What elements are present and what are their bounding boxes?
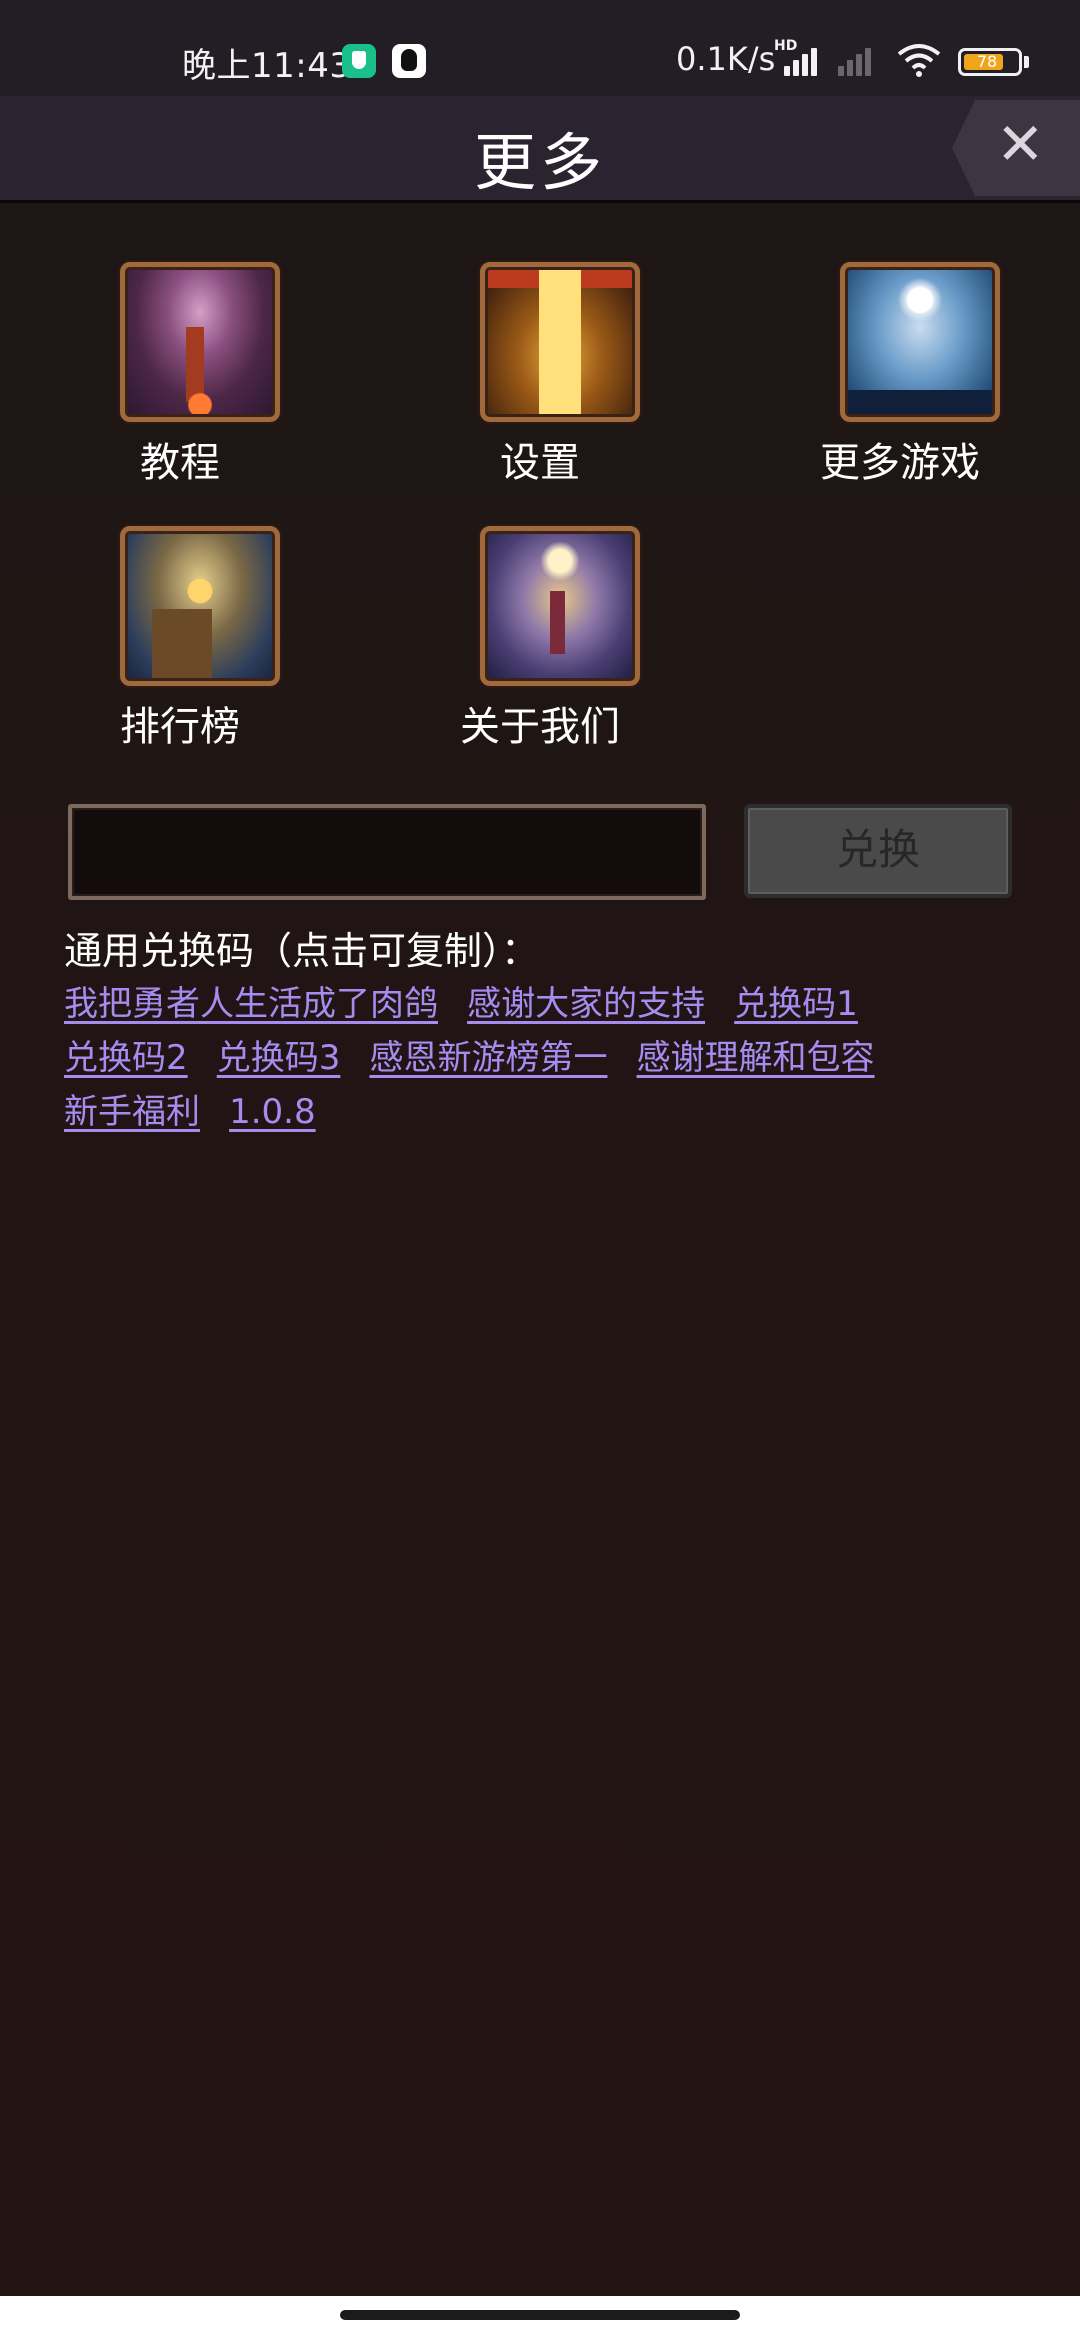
code-link[interactable]: 感谢大家的支持 [467, 976, 705, 1025]
qq-icon [392, 44, 426, 78]
menu-item-label: 关于我们 [460, 704, 620, 750]
status-time: 晚上11:43 [182, 46, 352, 86]
page-header: 更多 ✕ [0, 96, 1080, 203]
menu-item-about-us[interactable]: 关于我们 [420, 526, 660, 750]
menu-item-settings[interactable]: 设置 [420, 262, 660, 486]
close-button[interactable]: ✕ [952, 100, 1080, 196]
code-link[interactable]: 1.0.8 [229, 1092, 316, 1132]
code-link[interactable]: 兑换码3 [217, 1030, 341, 1079]
menu-item-label: 排行榜 [120, 704, 240, 750]
code-link[interactable]: 感恩新游榜第一 [369, 1030, 607, 1079]
close-icon: ✕ [996, 110, 1045, 178]
more-games-icon [840, 262, 1000, 422]
status-bar: 晚上11:43 0.1K/s HD 78 [0, 0, 1080, 96]
code-link[interactable]: 兑换码2 [64, 1030, 188, 1079]
code-row: 兑换码2 兑换码3 感恩新游榜第一 感谢理解和包容 [64, 1030, 1024, 1084]
codes-title: 通用兑换码（点击可复制）： [64, 929, 540, 973]
redeem-code-input[interactable] [68, 804, 706, 900]
leaderboard-icon [120, 526, 280, 686]
code-link[interactable]: 我把勇者人生活成了肉鸽 [64, 976, 438, 1025]
menu-item-more-games[interactable]: 更多游戏 [780, 262, 1020, 486]
signal-icon [784, 46, 820, 76]
page-title: 更多 [473, 126, 606, 199]
wifi-icon [897, 44, 941, 77]
about-us-icon [480, 526, 640, 686]
battery-level: 78 [976, 52, 998, 71]
menu-item-leaderboard[interactable]: 排行榜 [60, 526, 300, 750]
signal-weak-icon [838, 46, 874, 76]
code-row: 我把勇者人生活成了肉鸽 感谢大家的支持 兑换码1 [64, 976, 1024, 1030]
menu-item-tutorial[interactable]: 教程 [60, 262, 300, 486]
network-speed: 0.1K/s [676, 40, 776, 78]
battery-tip [1024, 56, 1029, 68]
code-link[interactable]: 新手福利 [64, 1084, 200, 1133]
tutorial-icon [120, 262, 280, 422]
menu-item-label: 教程 [140, 440, 220, 486]
home-indicator[interactable] [340, 2310, 740, 2320]
settings-icon [480, 262, 640, 422]
menu-item-label: 更多游戏 [820, 440, 980, 486]
code-row: 新手福利 1.0.8 [64, 1084, 1024, 1138]
menu-item-label: 设置 [500, 440, 580, 486]
battery-icon: 78 [958, 48, 1022, 76]
code-link[interactable]: 兑换码1 [734, 976, 858, 1025]
code-link[interactable]: 感谢理解和包容 [637, 1030, 875, 1079]
more-screen: 晚上11:43 0.1K/s HD 78 更多 ✕ 教程 设置 更多游戏 排行榜… [0, 0, 1080, 2340]
code-list: 我把勇者人生活成了肉鸽 感谢大家的支持 兑换码1 兑换码2 兑换码3 感恩新游榜… [64, 976, 1024, 1138]
shield-app-icon [342, 44, 376, 78]
redeem-button[interactable]: 兑换 [744, 804, 1012, 898]
